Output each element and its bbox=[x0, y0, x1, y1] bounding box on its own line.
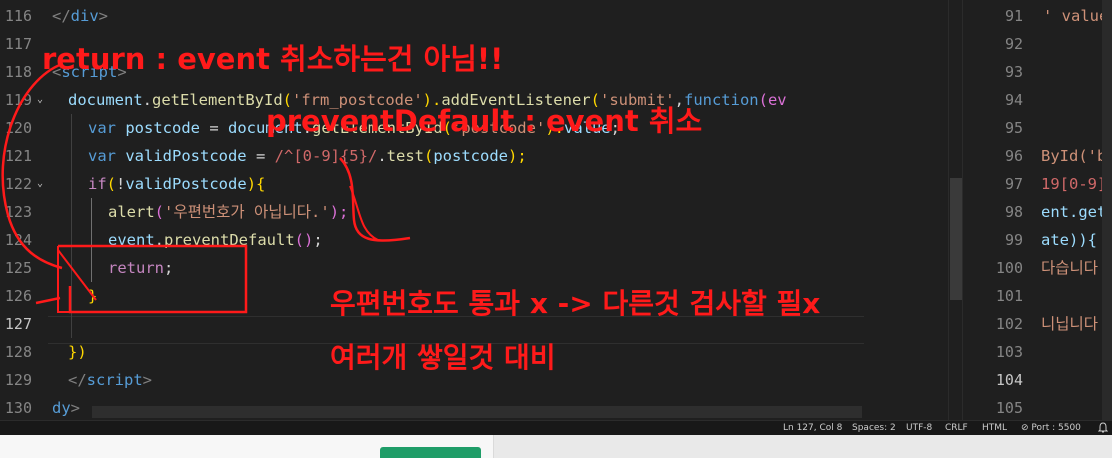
encoding-setting[interactable]: UTF-8 bbox=[906, 422, 932, 435]
status-bar: Ln 127, Col 8 Spaces: 2 UTF-8 CRLF HTML … bbox=[0, 420, 1112, 435]
bottom-window-strip bbox=[0, 435, 1112, 458]
line-number: 124 bbox=[4, 231, 32, 249]
vertical-scrollbar[interactable] bbox=[948, 0, 962, 420]
indentation-setting[interactable]: Spaces: 2 bbox=[852, 422, 896, 435]
chevron-down-icon[interactable]: ⌄ bbox=[37, 86, 49, 114]
line-number: 128 bbox=[4, 343, 32, 361]
line-number: 96 bbox=[1004, 147, 1023, 165]
code-line: 다습니다 bbox=[1041, 259, 1099, 277]
line-number: 125 bbox=[4, 259, 32, 277]
line-number: 121 bbox=[4, 147, 32, 165]
code-line: }) bbox=[68, 343, 87, 361]
line-number: 119 bbox=[4, 91, 32, 109]
line-number: 116 bbox=[4, 7, 32, 25]
line-number: 100 bbox=[995, 259, 1023, 277]
scrollbar-thumb[interactable] bbox=[950, 178, 962, 300]
code-line: if(!validPostcode){ bbox=[88, 175, 266, 193]
code-line: document.getElementById('frm_postcode').… bbox=[68, 91, 787, 109]
code-line: var postcode = document.getElementById('… bbox=[88, 119, 620, 137]
code-line: <script> bbox=[52, 63, 127, 81]
line-number: 122 bbox=[4, 175, 32, 193]
line-number: 94 bbox=[1004, 91, 1023, 109]
line-number: 93 bbox=[1004, 63, 1023, 81]
horizontal-scrollbar[interactable] bbox=[92, 406, 862, 418]
code-editor[interactable]: 116 117 118 119 120 121 122 123 124 125 … bbox=[0, 0, 1112, 420]
line-number: 130 bbox=[4, 399, 32, 417]
code-line: return; bbox=[108, 259, 174, 277]
line-number: 126 bbox=[4, 287, 32, 305]
editor-pane-left[interactable]: 116 117 118 119 120 121 122 123 124 125 … bbox=[0, 0, 950, 420]
line-number: 99 bbox=[1004, 231, 1023, 249]
line-number: 118 bbox=[4, 63, 32, 81]
line-number: 123 bbox=[4, 203, 32, 221]
port-label: Port : 5500 bbox=[1031, 423, 1081, 433]
indent-guide bbox=[71, 114, 72, 338]
code-line: alert('우편번호가 아닙니다.'); bbox=[108, 203, 349, 221]
line-number: 102 bbox=[995, 315, 1023, 333]
live-server-port[interactable]: ⊘ Port : 5500 bbox=[1021, 422, 1081, 435]
line-number: 105 bbox=[995, 399, 1023, 417]
code-line: ate)){ bbox=[1041, 231, 1097, 249]
bell-icon[interactable] bbox=[1098, 422, 1108, 434]
vertical-scrollbar[interactable] bbox=[1102, 0, 1112, 420]
line-number: 95 bbox=[1004, 119, 1023, 137]
line-number: 129 bbox=[4, 371, 32, 389]
language-mode[interactable]: HTML bbox=[982, 422, 1007, 435]
line-number: 91 bbox=[1004, 7, 1023, 25]
line-number: 120 bbox=[4, 119, 32, 137]
code-line: } bbox=[88, 287, 98, 305]
green-button[interactable] bbox=[380, 447, 481, 458]
line-number: 92 bbox=[1004, 35, 1023, 53]
no-entry-icon: ⊘ bbox=[1021, 423, 1032, 433]
line-number-active: 104 bbox=[995, 371, 1023, 389]
code-line: </script> bbox=[68, 371, 153, 389]
chevron-down-icon[interactable]: ⌄ bbox=[37, 170, 49, 198]
code-line: event.preventDefault(); bbox=[108, 231, 323, 249]
line-number: 97 bbox=[1004, 175, 1023, 193]
line-number: 98 bbox=[1004, 203, 1023, 221]
line-number-active: 127 bbox=[4, 315, 32, 333]
line-number: 101 bbox=[995, 287, 1023, 305]
code-line: 니닙니다 bbox=[1041, 315, 1099, 333]
code-line: var validPostcode = /^[0-9]{5}/.test(pos… bbox=[88, 147, 527, 165]
line-number: 103 bbox=[995, 343, 1023, 361]
cursor-position[interactable]: Ln 127, Col 8 bbox=[783, 422, 842, 435]
minimap[interactable] bbox=[864, 0, 950, 420]
editor-pane-right[interactable]: 91 92 93 94 95 96 97 98 99 100 101 102 1… bbox=[962, 0, 1112, 420]
eol-setting[interactable]: CRLF bbox=[945, 422, 968, 435]
code-line: </div> bbox=[52, 7, 109, 25]
line-number: 117 bbox=[4, 35, 32, 53]
indent-guide bbox=[91, 198, 92, 282]
